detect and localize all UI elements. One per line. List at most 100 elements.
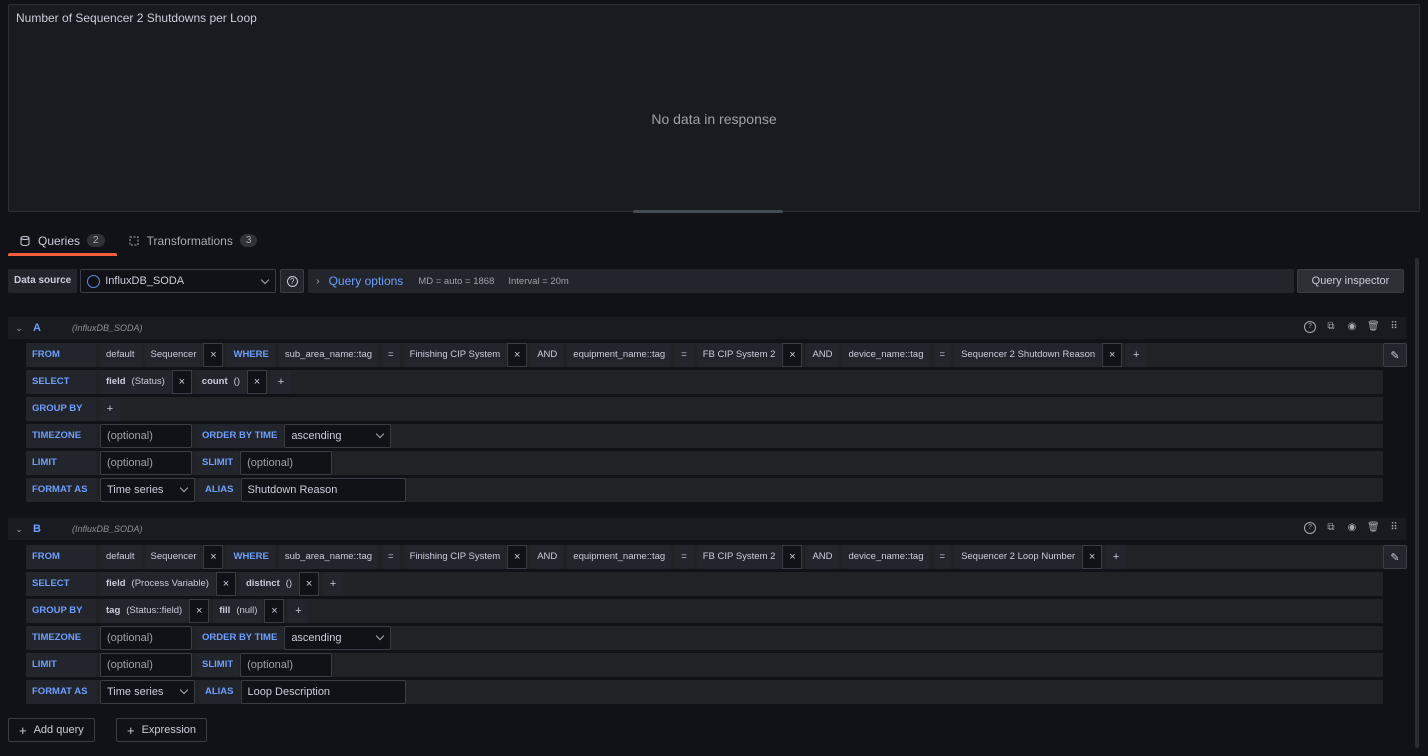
tag-value[interactable]: FB CIP System 2 (696, 545, 782, 569)
select-row: SELECT field (Status) × count () × + (26, 370, 1383, 394)
from-keyword: FROM (26, 343, 96, 367)
timezone-keyword: TIMEZONE (26, 626, 96, 650)
remove-field-button[interactable]: × (215, 572, 236, 596)
slimit-input[interactable]: (optional) (240, 451, 333, 475)
trash-icon[interactable]: 🗑 (1367, 522, 1380, 534)
format-as-select[interactable]: Time series (100, 680, 195, 704)
remove-function-button[interactable]: × (246, 370, 267, 394)
raw-query-toggle-button[interactable]: ✎ (1383, 545, 1407, 569)
remove-measurement-button[interactable]: × (203, 343, 224, 367)
add-group-by-button[interactable]: + (288, 599, 309, 623)
format-as-select[interactable]: Time series (100, 478, 195, 502)
tag-operator[interactable]: = (675, 343, 693, 367)
tag-operator[interactable]: = (933, 545, 952, 569)
query-ref-id[interactable]: B (33, 523, 72, 535)
remove-condition-button[interactable]: × (1102, 343, 1123, 367)
tag-value[interactable]: FB CIP System 2 (696, 343, 782, 367)
help-icon[interactable]: ? (1304, 522, 1316, 534)
tag-operator[interactable]: = (933, 343, 952, 367)
limit-input[interactable]: (optional) (100, 451, 192, 475)
pane-resize-handle[interactable] (633, 210, 783, 213)
query-ref-id[interactable]: A (33, 322, 72, 334)
slimit-input[interactable]: (optional) (240, 653, 333, 677)
duplicate-icon[interactable]: ⧉ (1325, 321, 1337, 333)
query-editor: Data source InfluxDB_SODA ? › Query opti… (0, 258, 1420, 756)
group-by-tag[interactable]: tag (Status::field) (100, 599, 189, 623)
tab-transformations[interactable]: Transformations 3 (117, 226, 270, 255)
and-operator[interactable]: AND (806, 343, 839, 367)
select-field[interactable]: field (Process Variable) (100, 572, 215, 596)
order-by-select[interactable]: ascending (284, 626, 392, 650)
remove-condition-button[interactable]: × (1082, 545, 1103, 569)
trash-icon[interactable]: 🗑 (1367, 321, 1380, 333)
tag-value[interactable]: Sequencer 2 Loop Number (955, 545, 1082, 569)
function-argument: () (233, 376, 240, 387)
query-options-title[interactable]: Query options (329, 274, 404, 288)
and-operator[interactable]: AND (531, 545, 564, 569)
and-operator[interactable]: AND (531, 343, 564, 367)
tag-value[interactable]: Finishing CIP System (403, 545, 507, 569)
remove-function-button[interactable]: × (299, 572, 320, 596)
duplicate-icon[interactable]: ⧉ (1325, 522, 1337, 534)
query-inspector-button[interactable]: Query inspector (1297, 269, 1404, 293)
limit-keyword: LIMIT (26, 653, 96, 677)
raw-query-toggle-button[interactable]: ✎ (1383, 343, 1407, 367)
add-group-by-button[interactable]: + (100, 397, 120, 421)
collapse-icon[interactable]: ⌄ (8, 323, 30, 334)
tab-queries[interactable]: Queries 2 (8, 226, 117, 256)
help-icon[interactable]: ? (1304, 321, 1316, 333)
drag-handle-icon[interactable]: ⠿ (1388, 522, 1400, 534)
remove-condition-button[interactable]: × (507, 343, 528, 367)
remove-field-button[interactable]: × (171, 370, 192, 394)
add-select-button[interactable]: + (270, 370, 291, 394)
eye-icon[interactable]: ◉ (1346, 522, 1358, 534)
group-by-fill[interactable]: fill (null) (213, 599, 264, 623)
remove-condition-button[interactable]: × (782, 343, 803, 367)
remove-group-by-button[interactable]: × (189, 599, 210, 623)
tag-key[interactable]: sub_area_name::tag (278, 343, 379, 367)
collapse-icon[interactable]: ⌄ (8, 524, 30, 535)
panel-title: Number of Sequencer 2 Shutdowns per Loop (16, 11, 257, 25)
alias-input[interactable]: Loop Description (240, 680, 406, 704)
drag-handle-icon[interactable]: ⠿ (1388, 321, 1400, 333)
timezone-input[interactable]: (optional) (100, 626, 192, 650)
datasource-help-button[interactable]: ? (280, 269, 305, 293)
measurement[interactable]: Sequencer (144, 545, 203, 569)
add-condition-button[interactable]: + (1106, 545, 1127, 569)
measurement[interactable]: Sequencer (144, 343, 203, 367)
remove-measurement-button[interactable]: × (203, 545, 224, 569)
select-function[interactable]: count () (195, 370, 246, 394)
tag-operator[interactable]: = (382, 343, 400, 367)
pencil-icon: ✎ (1390, 349, 1400, 362)
and-operator[interactable]: AND (806, 545, 839, 569)
select-function[interactable]: distinct () (239, 572, 299, 596)
query-options-bar[interactable]: › Query options MD = auto = 1868 Interva… (308, 269, 1294, 293)
retention-policy[interactable]: default (100, 343, 141, 367)
remove-condition-button[interactable]: × (507, 545, 528, 569)
tag-operator[interactable]: = (382, 545, 400, 569)
limit-input[interactable]: (optional) (100, 653, 192, 677)
select-field[interactable]: field (Status) (100, 370, 171, 394)
tag-value[interactable]: Finishing CIP System (403, 343, 507, 367)
remove-condition-button[interactable]: × (782, 545, 803, 569)
remove-fill-button[interactable]: × (264, 599, 285, 623)
timezone-input[interactable]: (optional) (100, 424, 192, 448)
order-by-select[interactable]: ascending (284, 424, 392, 448)
add-expression-button[interactable]: + Expression (116, 718, 208, 742)
tag-operator[interactable]: = (675, 545, 693, 569)
add-select-button[interactable]: + (323, 572, 344, 596)
tag-key[interactable]: sub_area_name::tag (278, 545, 379, 569)
query-header-b: ⌄ B (InfluxDB_SODA) ? ⧉ ◉ 🗑 ⠿ (8, 518, 1406, 540)
datasource-picker[interactable]: InfluxDB_SODA (80, 269, 277, 293)
tag-key[interactable]: equipment_name::tag (567, 343, 672, 367)
tag-value[interactable]: Sequencer 2 Shutdown Reason (955, 343, 1102, 367)
alias-input[interactable]: Shutdown Reason (240, 478, 406, 502)
add-condition-button[interactable]: + (1126, 343, 1147, 367)
query-actions: ? ⧉ ◉ 🗑 ⠿ (1304, 522, 1400, 534)
tag-key[interactable]: equipment_name::tag (567, 545, 672, 569)
retention-policy[interactable]: default (100, 545, 141, 569)
add-query-button[interactable]: + Add query (8, 718, 95, 742)
tag-key[interactable]: device_name::tag (842, 343, 930, 367)
eye-icon[interactable]: ◉ (1346, 321, 1358, 333)
tag-key[interactable]: device_name::tag (842, 545, 930, 569)
